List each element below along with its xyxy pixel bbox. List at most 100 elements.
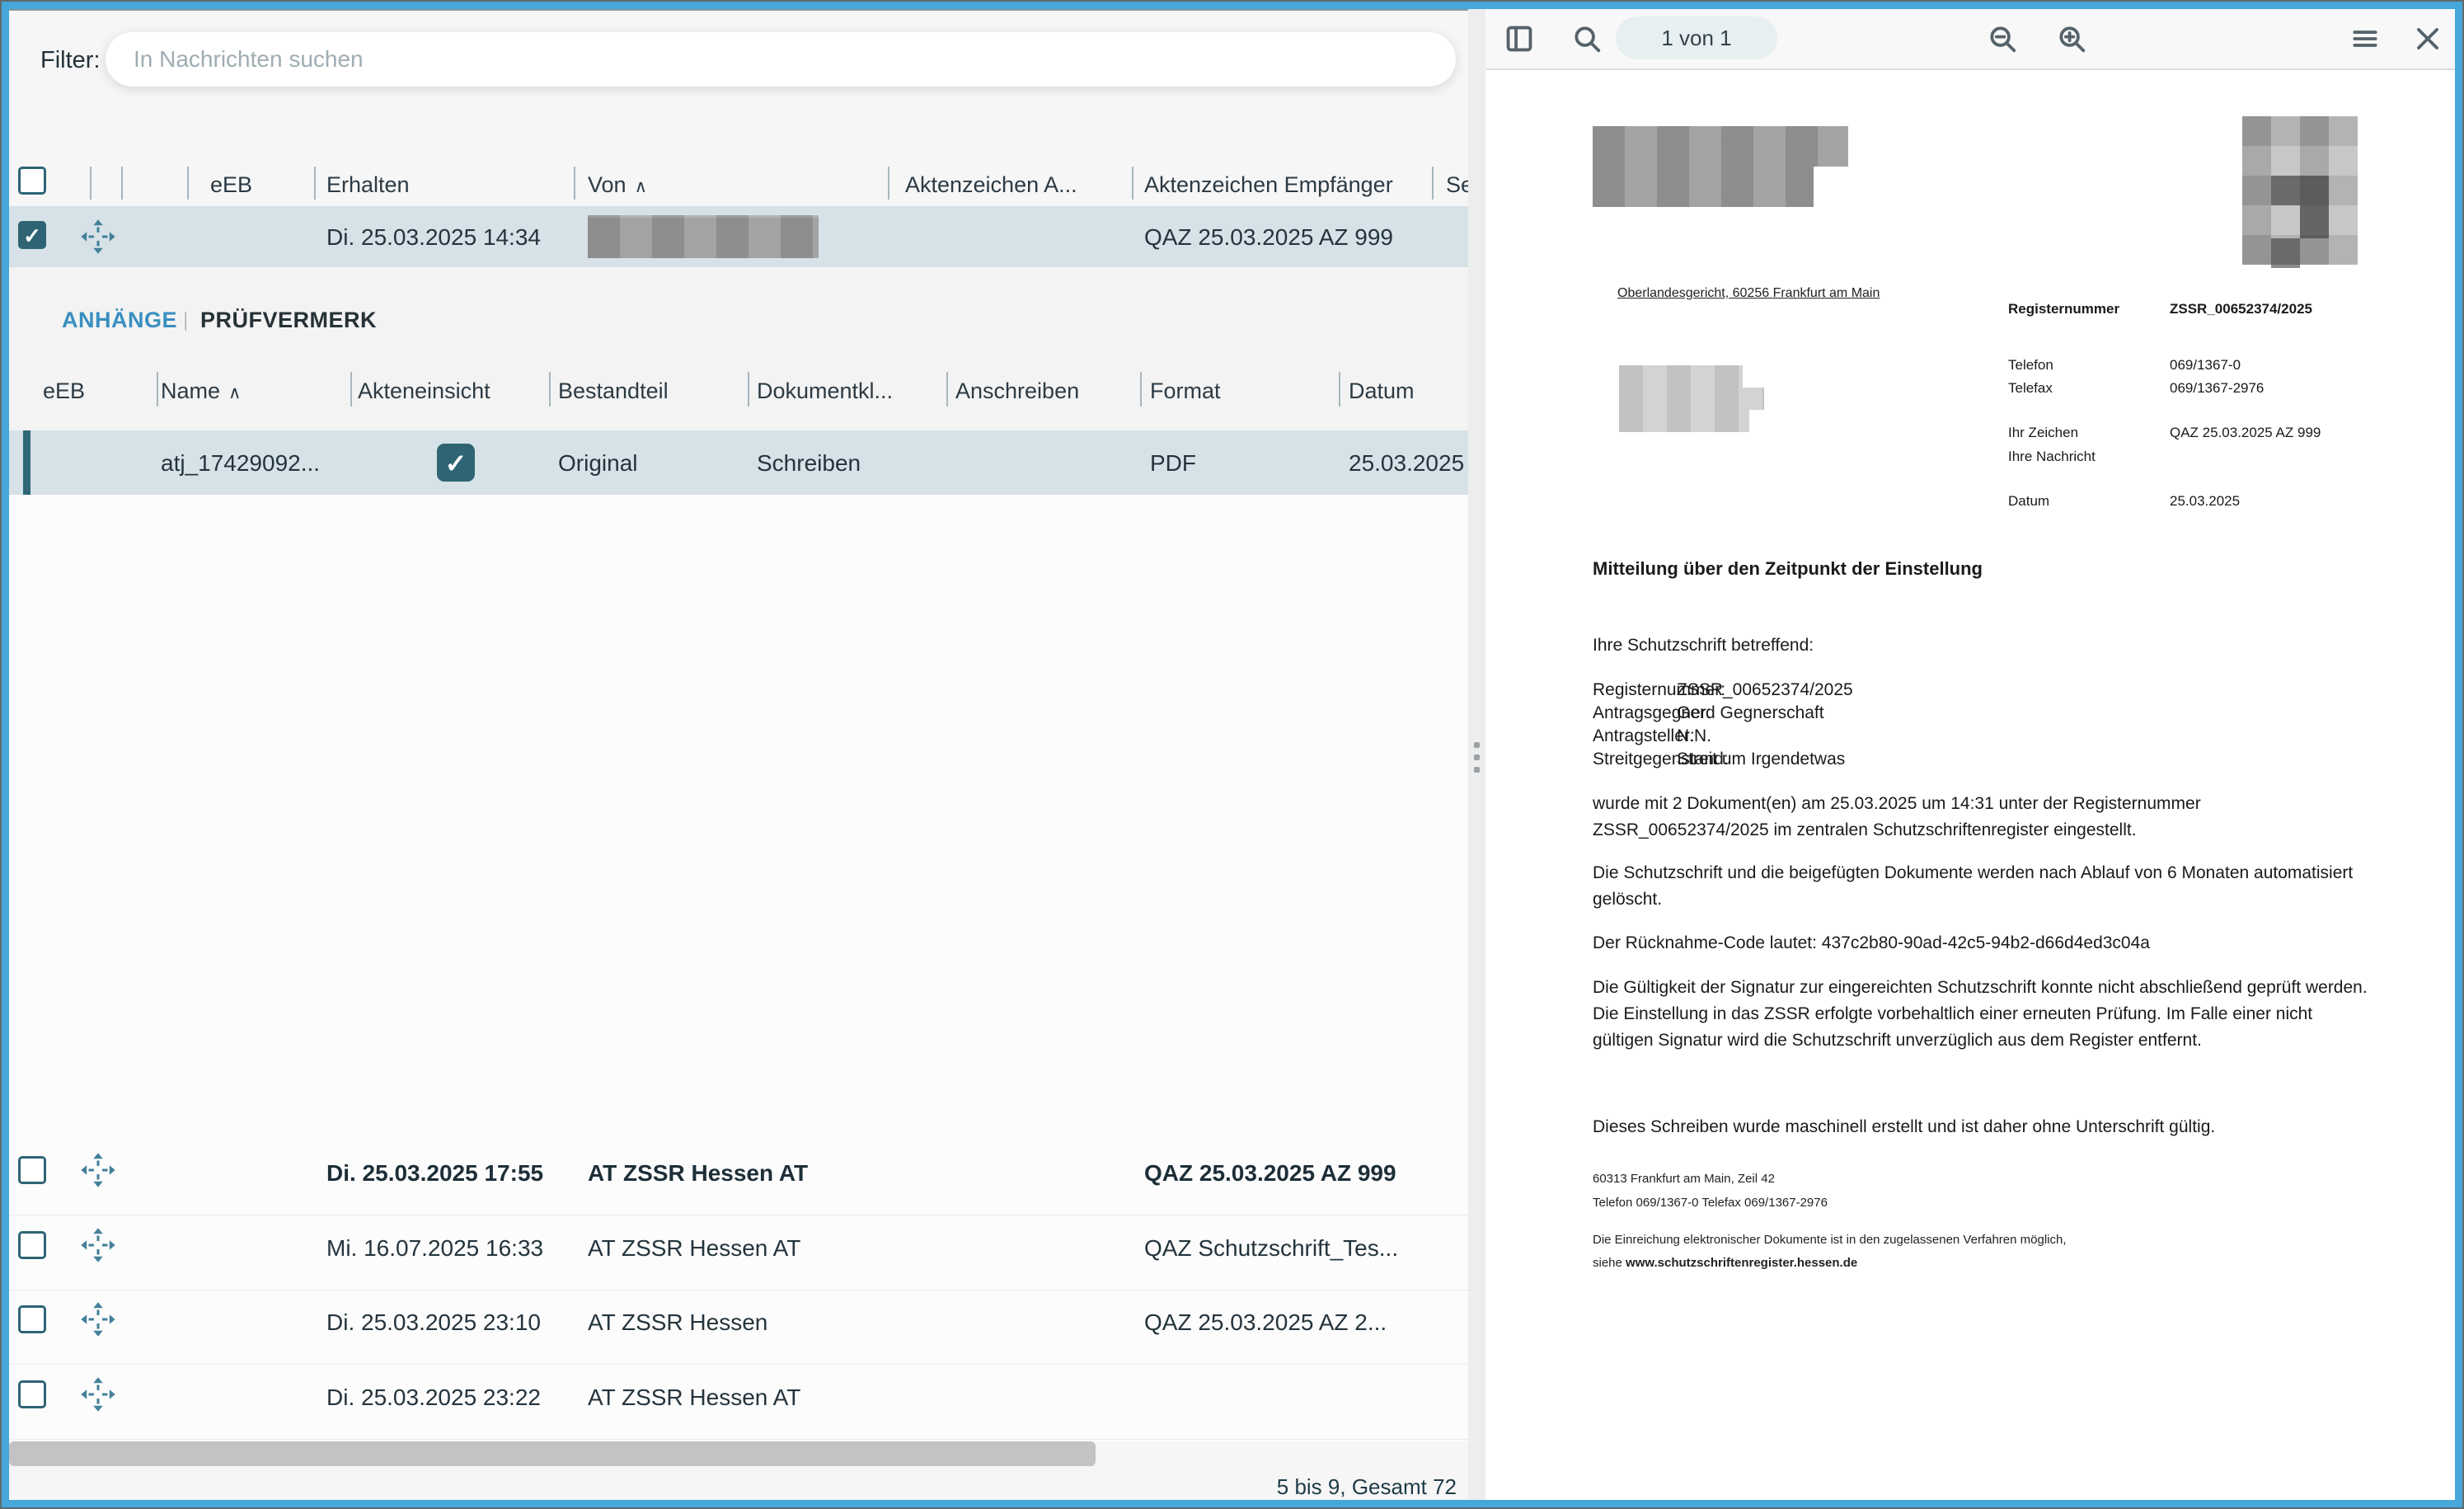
column-separator: [549, 372, 551, 407]
column-separator: [574, 167, 575, 200]
registernummer-value: ZSSR_00652374/2025: [2170, 301, 2312, 317]
search-input[interactable]: [106, 32, 1456, 87]
column-header-bestandteil[interactable]: Bestandteil: [558, 378, 669, 404]
cell-aktenzeichen-empfaenger: QAZ Schutzschrift_Tes...: [1144, 1235, 1398, 1262]
cell-aktenzeichen-empfaenger: QAZ 25.03.2025 AZ 999: [1144, 1160, 1396, 1187]
footer-note: Die Einreichung elektronischer Dokumente…: [1593, 1233, 2067, 1247]
tab-anhaenge[interactable]: ANHÄNGE: [62, 308, 177, 333]
letter-paragraph: Dieses Schreiben wurde maschinell erstel…: [1593, 1114, 2372, 1140]
row-checkbox[interactable]: [18, 1231, 46, 1259]
select-all-checkbox[interactable]: [18, 167, 46, 195]
letter-paragraph: Die Gültigkeit der Signatur zur eingerei…: [1593, 975, 2372, 1054]
cell-erhalten: Mi. 16.07.2025 16:33: [326, 1235, 543, 1262]
zoom-out-icon[interactable]: [1987, 23, 2018, 54]
column-header-eeb[interactable]: eEB: [43, 378, 85, 404]
redacted-recipient: [1619, 388, 1764, 410]
move-handle-icon[interactable]: [79, 1375, 117, 1413]
move-handle-icon[interactable]: [79, 1151, 117, 1189]
case-value: N.N.: [1677, 726, 1711, 746]
akteneinsicht-checkbox-checked[interactable]: ✓: [437, 444, 475, 482]
registernummer-label: Registernummer: [2008, 301, 2119, 317]
cell-von: AT ZSSR Hessen AT: [588, 1160, 808, 1187]
move-handle-icon[interactable]: [79, 1300, 117, 1338]
menu-icon[interactable]: [2349, 23, 2381, 54]
cell-erhalten: Di. 25.03.2025 17:55: [326, 1160, 543, 1187]
attachment-row-selected[interactable]: atj_17429092... ✓ Original Schreiben PDF…: [9, 430, 1468, 495]
column-separator: [187, 167, 189, 200]
row-checkbox[interactable]: [18, 1305, 46, 1333]
datum-value: 25.03.2025: [2170, 493, 2240, 510]
message-detail-section: [9, 267, 1468, 430]
redacted-letterhead: [1593, 126, 1848, 167]
column-header-von[interactable]: Von∧: [588, 172, 647, 198]
column-header-format[interactable]: Format: [1150, 378, 1221, 404]
message-row[interactable]: Di. 25.03.2025 17:55 AT ZSSR Hessen AT Q…: [9, 1140, 1468, 1215]
case-value: Streit um Irgendetwas: [1677, 750, 1845, 769]
tab-pruefvermerk[interactable]: PRÜFVERMERK: [200, 308, 377, 333]
column-separator: [748, 372, 749, 407]
cell-format: PDF: [1150, 450, 1196, 477]
message-row[interactable]: Mi. 16.07.2025 16:33 AT ZSSR Hessen AT Q…: [9, 1215, 1468, 1290]
footer-note-link-line: siehe www.schutzschriftenregister.hessen…: [1593, 1256, 1857, 1270]
close-icon[interactable]: [2412, 23, 2443, 54]
cell-erhalten: Di. 25.03.2025 23:22: [326, 1384, 541, 1411]
row-checkbox[interactable]: [18, 1156, 46, 1184]
telefon-label: Telefon: [2008, 357, 2053, 374]
sender-address-line: Oberlandesgericht, 60256 Frankfurt am Ma…: [1617, 286, 1880, 301]
cell-aktenzeichen-empfaenger: QAZ 25.03.2025 AZ 999: [1144, 224, 1393, 251]
footer-phone: Telefon 069/1367-0 Telefax 069/1367-2976: [1593, 1196, 1828, 1210]
redacted-sender: [588, 215, 819, 258]
move-handle-icon[interactable]: [79, 1226, 117, 1264]
column-header-datum[interactable]: Datum: [1349, 378, 1415, 404]
telefax-label: Telefax: [2008, 380, 2053, 397]
cell-bestandteil: Original: [558, 450, 637, 477]
case-value: Gerd Gegnerschaft: [1677, 703, 1824, 723]
column-header-aktenzeichen-absender[interactable]: Aktenzeichen A...: [905, 172, 1077, 198]
pdf-viewer-panel: 1 von 1 Oberlandesgericht, 6: [1485, 9, 2455, 1500]
column-separator: [888, 167, 889, 200]
message-list-panel: Filter: eEB Erhalten Von∧ Aktenzeichen A…: [9, 9, 1468, 1502]
column-header-erhalten[interactable]: Erhalten: [326, 172, 410, 198]
search-icon[interactable]: [1571, 23, 1603, 54]
tab-divider: |: [183, 309, 188, 332]
row-checkbox[interactable]: [18, 1380, 46, 1408]
splitter-grip-icon: [1474, 754, 1480, 760]
message-row[interactable]: Di. 25.03.2025 23:22 AT ZSSR Hessen AT: [9, 1365, 1468, 1440]
message-row-selected[interactable]: ✓ Di. 25.03.2025 14:34 QAZ 25.03.2025 AZ…: [9, 206, 1468, 267]
sort-ascending-icon: ∧: [228, 383, 241, 402]
splitter-grip-icon: [1474, 742, 1480, 748]
attachment-selection-accent: [23, 430, 31, 495]
filter-label: Filter:: [40, 47, 101, 74]
cell-datum: 25.03.2025: [1349, 450, 1464, 477]
column-separator: [90, 167, 92, 200]
letter-intro: Ihre Schutzschrift betreffend:: [1593, 636, 1814, 656]
cell-aktenzeichen-empfaenger: QAZ 25.03.2025 AZ 2...: [1144, 1309, 1387, 1336]
column-header-aktenzeichen-empfaenger[interactable]: Aktenzeichen Empfänger: [1144, 172, 1393, 198]
zoom-in-icon[interactable]: [2056, 23, 2087, 54]
message-row[interactable]: Di. 25.03.2025 23:10 AT ZSSR Hessen QAZ …: [9, 1290, 1468, 1365]
sidebar-toggle-icon[interactable]: [1504, 23, 1535, 54]
telefon-value: 069/1367-0: [2170, 357, 2241, 374]
pdf-document-page: Oberlandesgericht, 60256 Frankfurt am Ma…: [1485, 70, 2455, 1500]
column-separator: [157, 372, 158, 407]
column-separator: [1432, 167, 1434, 200]
redacted-recipient: [1619, 365, 1743, 388]
column-header-akteneinsicht[interactable]: Akteneinsicht: [358, 378, 490, 404]
case-value: ZSSR_00652374/2025: [1677, 680, 1853, 700]
column-separator: [1140, 372, 1142, 407]
application-window: Filter: eEB Erhalten Von∧ Aktenzeichen A…: [0, 0, 2464, 1509]
column-header-anschreiben[interactable]: Anschreiben: [955, 378, 1079, 404]
register-url: www.schutzschriftenregister.hessen.de: [1626, 1256, 1857, 1270]
horizontal-scrollbar[interactable]: [9, 1441, 1096, 1466]
page-indicator[interactable]: 1 von 1: [1616, 16, 1777, 59]
panel-splitter[interactable]: [1468, 9, 1485, 1500]
column-header-name[interactable]: Name∧: [161, 378, 241, 404]
sort-ascending-icon: ∧: [635, 177, 647, 196]
column-separator: [121, 167, 123, 200]
move-handle-icon[interactable]: [79, 218, 117, 256]
cell-dokumentklasse: Schreiben: [757, 450, 861, 477]
column-header-dokumentklasse[interactable]: Dokumentkl...: [757, 378, 893, 404]
row-checkbox-checked[interactable]: ✓: [18, 221, 46, 249]
column-header-eeb[interactable]: eEB: [210, 172, 252, 198]
letter-paragraph: Die Schutzschrift und die beigefügten Do…: [1593, 860, 2372, 913]
